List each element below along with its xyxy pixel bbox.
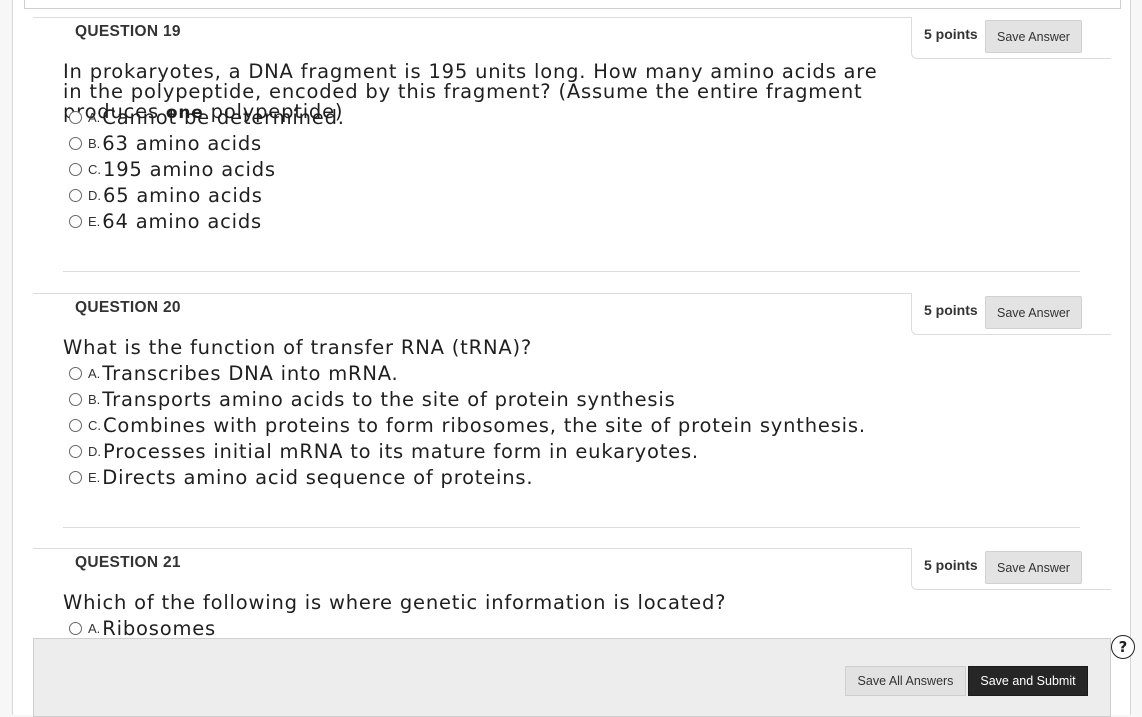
question-title: QUESTION 21 — [75, 554, 181, 571]
question-title: QUESTION 20 — [75, 299, 181, 316]
choice-letter: C. — [88, 161, 101, 177]
choice-a[interactable]: A. Cannot be determined. — [69, 105, 345, 129]
radio-button[interactable] — [69, 470, 82, 484]
choice-letter: A. — [88, 365, 101, 381]
points-label: 5 points — [924, 302, 978, 318]
points-box: 5 points Save Answer — [911, 17, 1111, 59]
question-separator — [63, 271, 1080, 272]
choice-letter: D. — [88, 187, 101, 203]
choice-letter: C. — [88, 417, 101, 433]
choice-a[interactable]: A. Transcribes DNA into mRNA. — [69, 361, 399, 385]
choice-label: 63 amino acids — [102, 131, 262, 155]
save-answer-button[interactable]: Save Answer — [985, 20, 1082, 53]
question-separator — [63, 527, 1080, 528]
question-text: Which of the following is where genetic … — [63, 591, 727, 614]
save-answer-button[interactable]: Save Answer — [985, 296, 1082, 329]
choice-letter: B. — [88, 391, 101, 407]
points-label: 5 points — [924, 26, 978, 42]
previous-question-border — [24, 0, 1121, 9]
points-box: 5 points Save Answer — [911, 548, 1111, 590]
choice-label: 195 amino acids — [103, 157, 276, 181]
radio-button[interactable] — [69, 136, 82, 150]
radio-button[interactable] — [69, 418, 82, 432]
radio-button[interactable] — [69, 621, 82, 635]
choice-c[interactable]: C. 195 amino acids — [69, 157, 276, 181]
question-title: QUESTION 19 — [75, 23, 181, 40]
help-icon[interactable]: ? — [1111, 635, 1135, 659]
points-box: 5 points Save Answer — [911, 293, 1111, 335]
radio-button[interactable] — [69, 110, 82, 124]
radio-button[interactable] — [69, 366, 82, 380]
radio-button[interactable] — [69, 214, 82, 228]
radio-button[interactable] — [69, 392, 82, 406]
choice-label: Ribosomes — [102, 616, 217, 640]
choice-b[interactable]: B. Transports amino acids to the site of… — [69, 387, 676, 411]
choice-d[interactable]: D. 65 amino acids — [69, 183, 263, 207]
choice-label: Transcribes DNA into mRNA. — [102, 361, 399, 385]
radio-button[interactable] — [69, 188, 82, 202]
quiz-page: QUESTION 19 5 points Save Answer In prok… — [12, 0, 1131, 715]
choice-letter: A. — [88, 109, 101, 125]
radio-button[interactable] — [69, 444, 82, 458]
choice-e[interactable]: E. 64 amino acids — [69, 209, 262, 233]
choice-letter: E. — [88, 213, 101, 229]
choice-b[interactable]: B. 63 amino acids — [69, 131, 262, 155]
choice-d[interactable]: D. Processes initial mRNA to its mature … — [69, 439, 699, 463]
radio-button[interactable] — [69, 162, 82, 176]
choice-c[interactable]: C. Combines with proteins to form riboso… — [69, 413, 866, 437]
choice-letter: D. — [88, 443, 101, 459]
choice-a[interactable]: A. Ribosomes — [69, 616, 216, 640]
choice-label: Processes initial mRNA to its mature for… — [103, 439, 699, 463]
save-and-submit-button[interactable]: Save and Submit — [968, 666, 1088, 696]
choice-letter: E. — [88, 469, 101, 485]
choice-label: Transports amino acids to the site of pr… — [102, 387, 676, 411]
choice-label: Combines with proteins to form ribosomes… — [103, 413, 866, 437]
choice-label: Directs amino acid sequence of proteins. — [102, 465, 534, 489]
question-text: What is the function of transfer RNA (tR… — [63, 336, 533, 359]
save-answer-button[interactable]: Save Answer — [985, 551, 1082, 584]
choice-label: 64 amino acids — [102, 209, 262, 233]
points-label: 5 points — [924, 557, 978, 573]
choice-letter: A. — [88, 620, 101, 636]
submit-bar: Save All Answers Save and Submit — [33, 638, 1111, 717]
choice-label: 65 amino acids — [103, 183, 263, 207]
choice-e[interactable]: E. Directs amino acid sequence of protei… — [69, 465, 533, 489]
choice-letter: B. — [88, 135, 101, 151]
save-all-answers-button[interactable]: Save All Answers — [845, 666, 966, 696]
choice-label: Cannot be determined. — [102, 105, 345, 129]
